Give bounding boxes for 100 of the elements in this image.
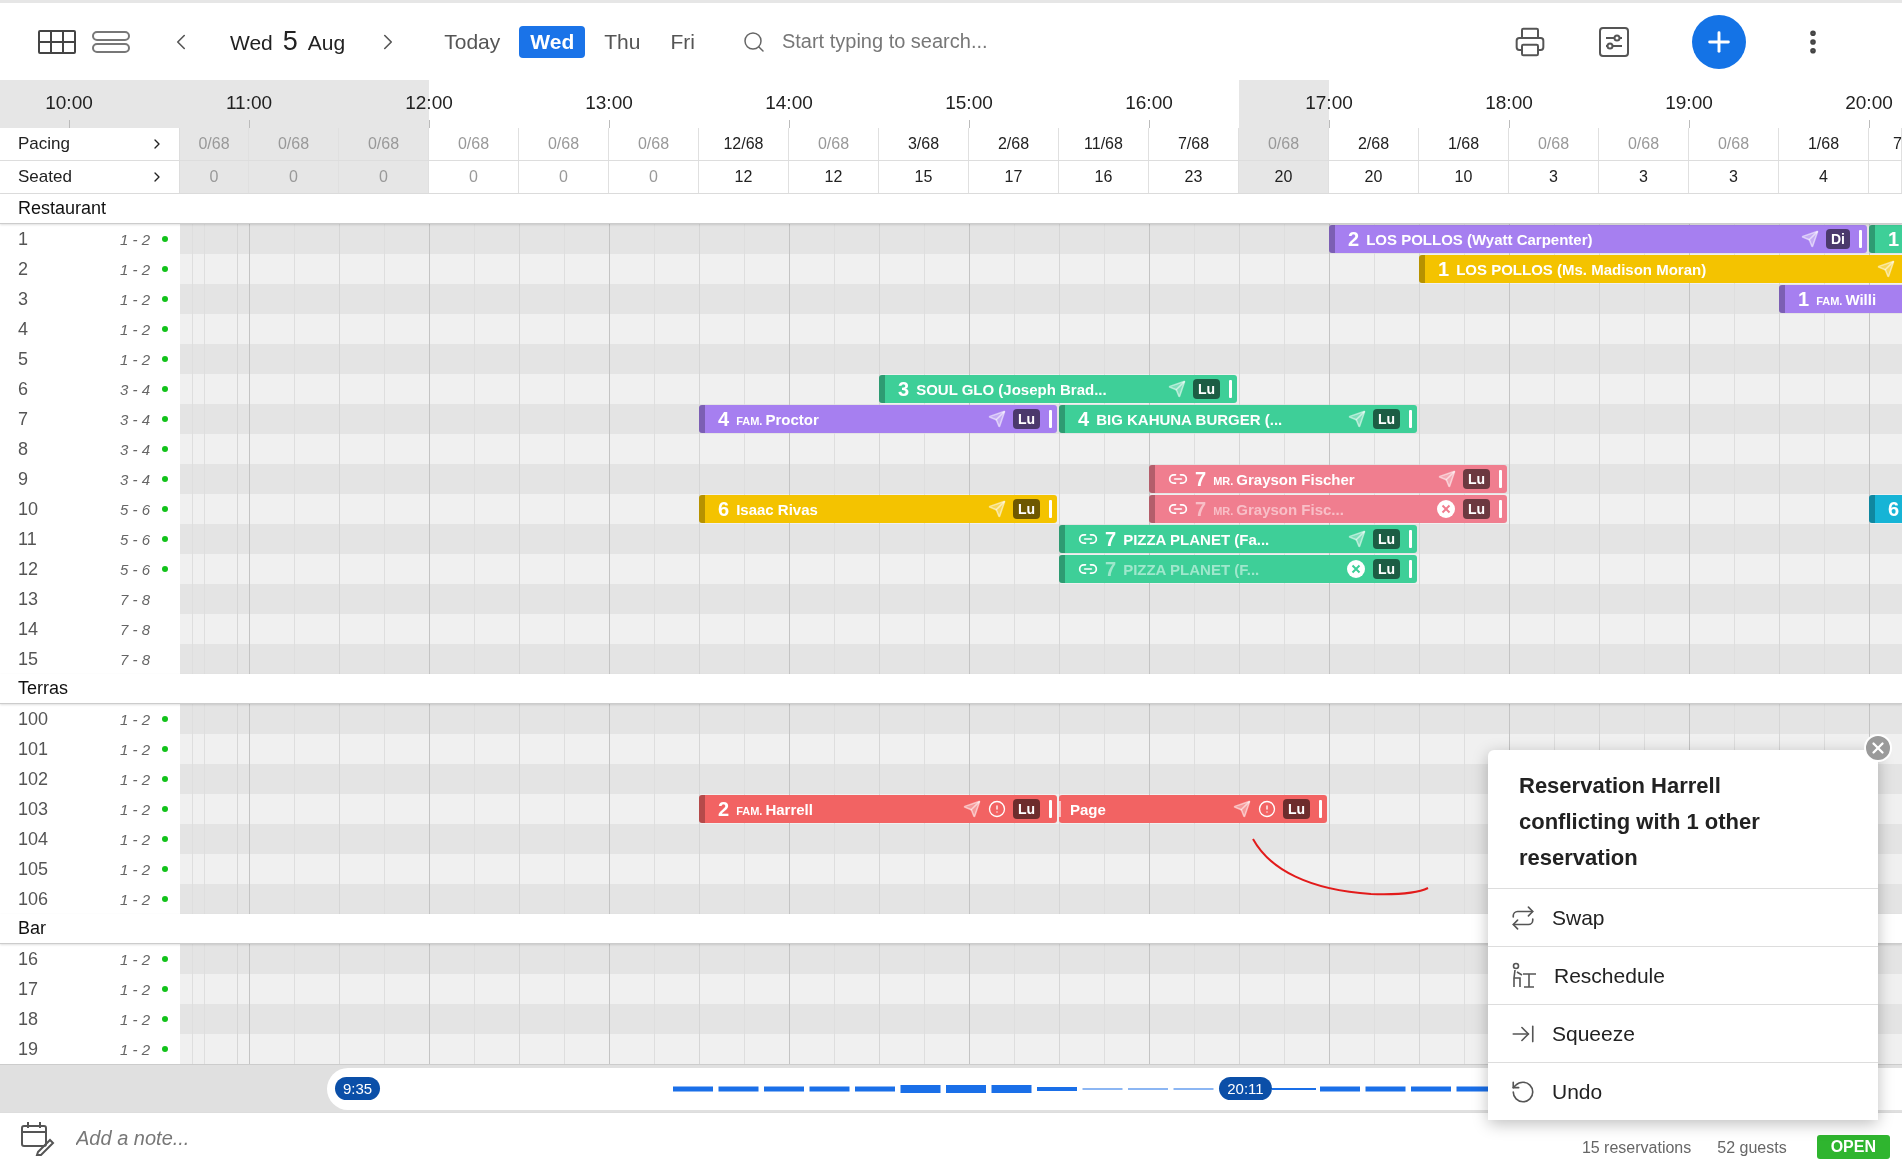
guest-count: 3 [898,377,910,401]
guest-count: 4 [1078,407,1090,431]
table-number: 19 [18,1038,40,1060]
pacing-cell: 0/68 [1239,128,1329,160]
table-number: 13 [18,588,40,610]
reservation-bar[interactable]: 7 MR. Grayson Fisc... Lu [1149,495,1507,523]
day-tab[interactable]: Thu [593,25,652,58]
day-tab[interactable]: Fri [659,25,706,58]
shift-label: Lu [1372,559,1400,579]
table-capacity: 1 - 2 [120,890,150,908]
paper-plane-icon [1232,800,1251,818]
paper-plane-icon [1167,380,1186,398]
table-capacity: 3 - 4 [120,380,150,398]
paper-plane-icon [1437,470,1456,488]
hour-label: 13:00 [585,92,633,114]
popup-title: Reservation Harrell conflicting with 1 other reservation [1518,772,1761,872]
guest-name: SOUL GLO (Joseph Brad... [916,380,1107,398]
table-capacity: 1 - 2 [120,770,150,788]
end-marker [1499,500,1502,518]
calendar-pen-icon[interactable] [20,1120,56,1156]
table-number: 7 [18,408,29,430]
table-number: 101 [18,738,50,760]
table-number: 16 [18,948,40,970]
shift-label: Lu [1372,409,1400,429]
guest-count: 6 [1888,497,1900,521]
day-tab[interactable]: Wed [519,25,586,58]
table-capacity: 7 - 8 [120,590,150,608]
guest-name: LOS POLLOS (Wyatt Carpenter) [1366,230,1593,248]
guest-name: MR. Grayson Fisc... [1213,500,1344,518]
guest-count: 7 [1105,557,1117,581]
printer-icon[interactable] [1513,25,1546,58]
hour-label: 19:00 [1665,92,1713,114]
table-number: 6 [18,378,29,400]
end-marker [1049,410,1052,428]
search-field[interactable]: Start typing to search... [779,29,1160,54]
reservation-bar[interactable]: 7 MR. Grayson Fischer Lu [1149,465,1507,493]
reservation-bar[interactable]: 6 Isaac Rivas Lu [699,495,1057,523]
start-time-badge: 9:35 [335,1077,381,1100]
guest-count: 1 [1798,287,1810,311]
reservation-bar[interactable]: 4 BIG KAHUNA BURGER (... Lu [1059,405,1417,433]
guest-name: BIG KAHUNA BURGER (... [1096,410,1283,428]
table-capacity: 1 - 2 [120,290,150,308]
end-marker [1229,380,1232,398]
undo-icon [1510,1078,1536,1105]
end-marker [1499,470,1502,488]
shift-label: Lu [1192,379,1220,399]
table-number: 104 [18,828,50,850]
menu-item[interactable]: Squeeze [1488,1004,1878,1062]
guest-name: PIZZA PLANET (F... [1123,560,1260,578]
reservation-bar[interactable]: 4 FAM. Proctor Lu [699,405,1057,433]
end-marker [1049,500,1052,518]
pacing-cell: 0/68 [249,128,339,160]
day-tab[interactable]: Today [433,25,512,58]
reservation-bar[interactable]: 7 PIZZA PLANET (F... Lu [1059,555,1417,583]
table-number: 100 [18,708,50,730]
reservation-bar[interactable]: Page Lu [1059,795,1327,823]
shift-label: Lu [1282,799,1310,819]
reservation-bar[interactable]: 2 LOS POLLOS (Wyatt Carpenter) Di [1329,225,1867,253]
list-view-icon[interactable] [92,29,130,54]
search-icon [741,29,766,54]
menu-item[interactable]: Undo [1488,1062,1878,1120]
person-at-table-icon [1510,961,1538,990]
table-number: 9 [18,468,29,490]
table-capacity: 1 - 2 [120,860,150,878]
shift-label: Lu [1462,469,1490,489]
guest-name: MR. Grayson Fischer [1213,470,1355,488]
menu-item[interactable]: Reschedule [1488,946,1878,1004]
table-number: 12 [18,558,40,580]
shift-label: Di [1826,229,1850,249]
guest-name: FAM. Willi [1816,290,1877,308]
hour-label: 14:00 [765,92,813,114]
table-capacity: 3 - 4 [120,440,150,458]
paper-plane-icon [962,800,981,818]
guest-count: 2 [1348,227,1360,251]
menu-item[interactable]: Swap [1488,888,1878,946]
reservation-bar[interactable]: 3 SOUL GLO (Joseph Brad... Lu [879,375,1237,403]
hour-label: 11:00 [225,92,273,114]
guest-name: FAM. Harrell [736,800,813,818]
table-number: 18 [18,1008,40,1030]
paper-plane-icon [1347,410,1366,428]
reservation-bar[interactable]: 2 FAM. Harrell Lu [699,795,1057,823]
table-number: 17 [18,978,40,1000]
sliders-icon[interactable] [1597,25,1630,58]
seated-cell: 0 [339,161,429,193]
cancel-icon[interactable] [1435,499,1456,519]
reservation-bar[interactable]: 7 PIZZA PLANET (Fa... Lu [1059,525,1417,553]
paper-plane-icon [987,410,1006,428]
end-marker [1319,800,1322,818]
pacing-cell: 0/68 [180,128,249,160]
table-capacity: 1 - 2 [120,830,150,848]
table-number: 106 [18,888,50,910]
end-marker [1859,230,1862,248]
table-capacity: 5 - 6 [120,500,150,518]
guest-count: 1 [1888,227,1900,251]
hour-label: 10:00 [45,92,93,114]
hour-label: 18:00 [1485,92,1533,114]
grid-view-icon[interactable] [38,29,76,54]
table-number: 102 [18,768,50,790]
shift-label: Lu [1462,499,1490,519]
guest-count: 1 [1438,257,1450,281]
